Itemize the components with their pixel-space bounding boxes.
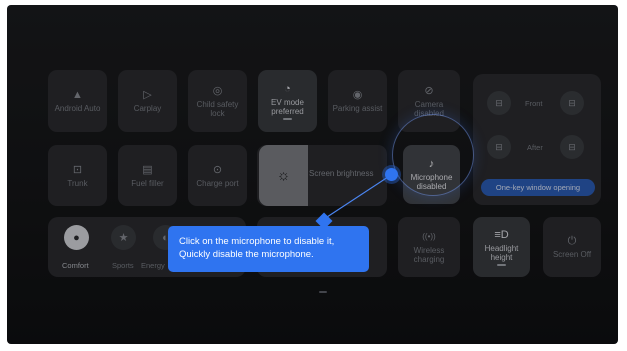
highlight-ring xyxy=(392,114,474,196)
headlight-icon: ≡D xyxy=(494,228,509,241)
charge-port-tile[interactable]: ⊙ Charge port xyxy=(188,145,247,206)
parking-assist-icon: ◉ xyxy=(352,89,363,101)
front-right-window-button[interactable]: ⊟ xyxy=(560,91,584,115)
guide-tooltip: Click on the microphone to disable it, Q… xyxy=(168,226,369,272)
headlight-indicator xyxy=(497,263,506,266)
screen-off-tile[interactable]: ⏻ Screen Off xyxy=(543,217,601,277)
front-left-window-button[interactable]: ⊟ xyxy=(487,91,511,115)
parking-assist-label: Parking assist xyxy=(332,104,383,113)
child-safety-lock-label: Child safety lock xyxy=(196,99,239,118)
sports-mode-button[interactable]: ★ xyxy=(111,225,136,250)
parking-assist-tile[interactable]: ◉ Parking assist xyxy=(328,70,387,132)
sports-mode-label: Sports xyxy=(112,261,134,270)
sports-mode-icon: ★ xyxy=(118,232,129,244)
control-center-screen: ▲ Android Auto ▷ Carplay ◎ Child safety … xyxy=(7,5,618,344)
headlight-height-label: Headlight height xyxy=(484,243,519,262)
screen-brightness-label: Screen brightness xyxy=(309,169,374,178)
fuel-filler-label: Fuel filler xyxy=(131,178,164,188)
comfort-mode-button[interactable]: ● xyxy=(64,225,89,250)
one-key-window-opening-button[interactable]: One-key window opening xyxy=(481,179,595,196)
ev-mode-label: EV mode preferred xyxy=(271,97,304,116)
after-window-label: After xyxy=(527,143,543,152)
trunk-tile[interactable]: ⊡ Trunk xyxy=(48,145,107,206)
charge-port-label: Charge port xyxy=(196,178,239,188)
tooltip-line-1: Click on the microphone to disable it, xyxy=(179,236,335,247)
rear-left-window-button[interactable]: ⊟ xyxy=(487,135,511,159)
window-icon: ⊟ xyxy=(568,97,576,108)
front-window-label: Front xyxy=(525,99,543,108)
carplay-icon: ▷ xyxy=(143,89,152,101)
rear-right-window-button[interactable]: ⊟ xyxy=(560,135,584,159)
android-auto-tile[interactable]: ▲ Android Auto xyxy=(48,70,107,132)
sun-icon: ☼ xyxy=(276,167,291,184)
window-icon: ⊟ xyxy=(568,141,576,152)
wireless-charging-icon: ((•)) xyxy=(422,231,436,241)
power-icon: ⏻ xyxy=(567,235,577,247)
brightness-fill: ☼ xyxy=(259,145,308,206)
ev-mode-tile[interactable]: ◔ EV mode preferred xyxy=(258,70,317,132)
comfort-mode-icon: ● xyxy=(73,231,80,244)
child-lock-icon: ◎ xyxy=(212,84,223,97)
trunk-label: Trunk xyxy=(67,178,88,188)
ev-mode-active-indicator xyxy=(283,117,292,120)
ev-mode-icon: ◔ xyxy=(284,82,291,95)
window-icon: ⊟ xyxy=(495,141,503,152)
window-icon: ⊟ xyxy=(495,97,503,108)
screen-off-label: Screen Off xyxy=(552,250,592,259)
headlight-height-tile[interactable]: ≡D Headlight height xyxy=(473,217,530,277)
guide-dot xyxy=(385,168,398,181)
fuel-filler-icon: ▤ xyxy=(142,163,153,176)
wireless-charging-label: Wireless charging xyxy=(413,245,445,264)
comfort-mode-label: Comfort xyxy=(62,261,89,270)
tooltip-line-2: Quickly disable the microphone. xyxy=(179,249,314,260)
wireless-charging-tile[interactable]: ((•)) Wireless charging xyxy=(398,217,460,277)
fuel-filler-tile[interactable]: ▤ Fuel filler xyxy=(118,145,177,206)
child-safety-lock-tile[interactable]: ◎ Child safety lock xyxy=(188,70,247,132)
trunk-icon: ⊡ xyxy=(72,163,83,176)
camera-disabled-icon: ⊘ xyxy=(424,84,434,97)
energy-mode-label: Energy xyxy=(141,261,165,270)
carplay-label: Carplay xyxy=(133,104,162,113)
charge-port-icon: ⊙ xyxy=(212,163,223,176)
carplay-tile[interactable]: ▷ Carplay xyxy=(118,70,177,132)
android-auto-label: Android Auto xyxy=(54,104,101,113)
page-indicator xyxy=(319,291,327,293)
android-auto-icon: ▲ xyxy=(72,89,83,101)
